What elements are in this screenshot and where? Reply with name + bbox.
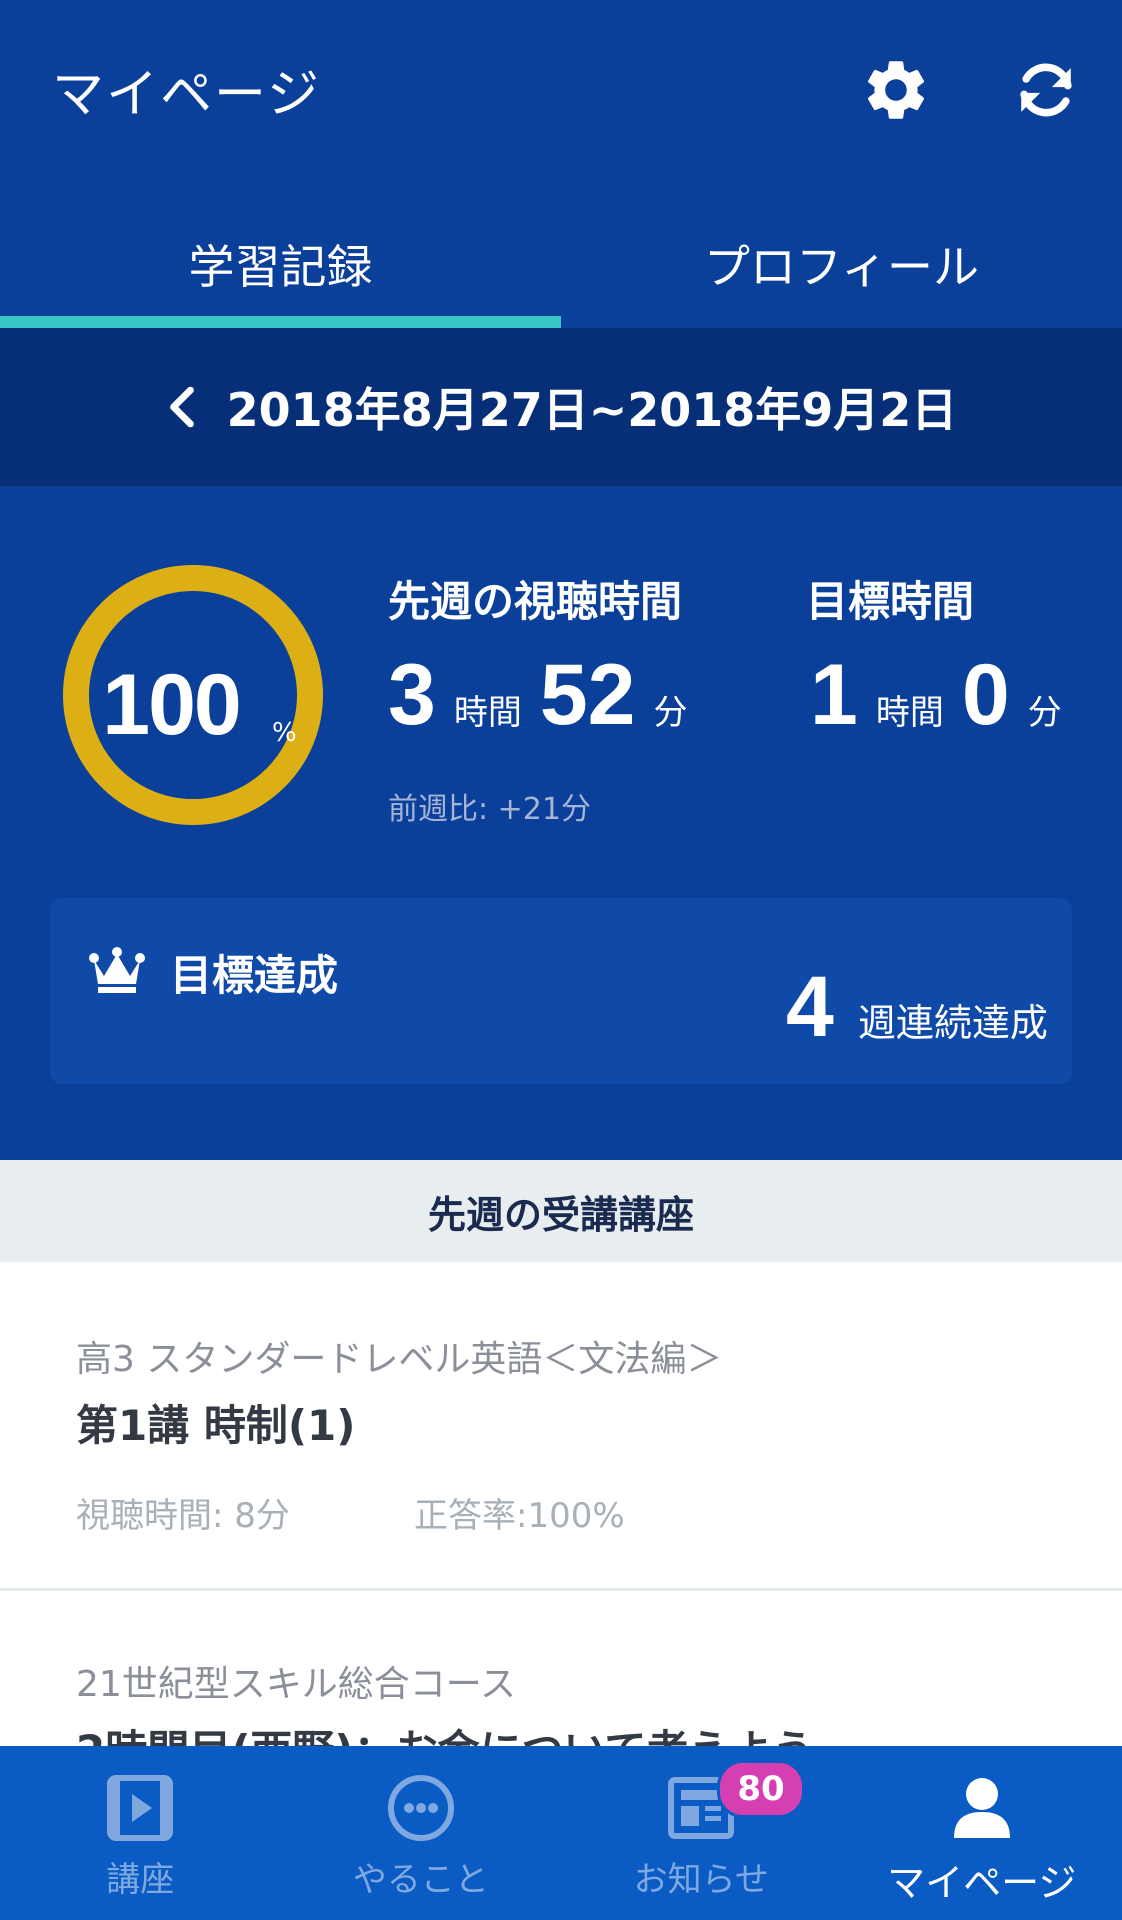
list-item[interactable]: 高3 スタンダードレベル英語＜文法編＞ 第1講 時制(1) 視聴時間: 8分 正… (0, 1262, 1122, 1588)
section-header: 先週の受講講座 (0, 1160, 1122, 1262)
person-icon (953, 1778, 1010, 1838)
accuracy-rate: 正答率:100% (414, 1496, 625, 1536)
week-compare-text: 前週比: +21分 (388, 792, 591, 827)
streak-label: 週連続達成 (857, 1001, 1048, 1045)
video-icon (107, 1775, 174, 1841)
weekly-stats-panel: 100 % 先週の視聴時間 3 時間 52 分 前週比: +21分 目標時間 1… (0, 486, 1122, 1160)
prev-week-button[interactable] (165, 385, 199, 429)
refresh-icon (1020, 63, 1072, 117)
tab-profile[interactable]: プロフィール (561, 200, 1122, 328)
watch-time-label: 先週の視聴時間 (388, 577, 683, 626)
nav-news[interactable]: お知らせ 80 (561, 1746, 842, 1920)
active-tab-indicator (0, 316, 561, 328)
nav-news-label: お知らせ (633, 1860, 769, 1900)
watch-time-value: 3 時間 52 分 (388, 646, 688, 745)
goal-time-label: 目標時間 (806, 577, 975, 626)
bottom-navigation: 講座 やること お知らせ 80 マイページ (0, 1746, 1122, 1920)
goal-minutes: 0 (961, 647, 1010, 743)
achievement-streak: 4 週連続達成 (786, 958, 1048, 1057)
gear-icon (867, 61, 925, 119)
chevron-left-icon (169, 386, 194, 428)
nav-lectures-label: 講座 (106, 1860, 175, 1900)
watch-hours: 3 (388, 647, 436, 743)
section-title: 先週の受講講座 (427, 1192, 694, 1237)
crown-icon (89, 947, 145, 993)
goal-time-value: 1 時間 0 分 (810, 646, 1062, 745)
nav-todo-label: やること (352, 1860, 489, 1900)
watch-minutes-unit: 分 (653, 693, 688, 733)
watch-hours-unit: 時間 (453, 693, 522, 733)
achievement-card: 目標達成 4 週連続達成 (50, 898, 1072, 1084)
progress-percent: 100 (102, 657, 242, 753)
notification-badge: 80 (717, 1760, 805, 1818)
date-range-text: 2018年8月27日~2018年9月2日 (226, 383, 958, 437)
goal-hours: 1 (810, 647, 858, 743)
tab-bar: 学習記録 プロフィール (0, 200, 1122, 328)
watch-time: 視聴時間: 8分 (76, 1496, 290, 1536)
nav-lectures[interactable]: 講座 (0, 1746, 281, 1920)
course-name: 21世紀型スキル総合コース (76, 1664, 517, 1705)
streak-count: 4 (786, 959, 834, 1055)
goal-minutes-unit: 分 (1027, 693, 1062, 733)
progress-percent-unit: % (272, 718, 297, 748)
more-dots-icon (387, 1775, 454, 1841)
nav-mypage-label: マイページ (887, 1861, 1077, 1905)
nav-todo[interactable]: やること (281, 1746, 562, 1920)
tab-study-record[interactable]: 学習記録 (0, 200, 561, 328)
watch-minutes: 52 (539, 647, 636, 743)
course-name: 高3 スタンダードレベル英語＜文法編＞ (76, 1339, 723, 1380)
achievement-label: 目標達成 (170, 951, 339, 1000)
page-title: マイページ (52, 65, 321, 125)
list-item[interactable]: 21世紀型スキル総合コース 2時間目(西野)：お金について考えよう (0, 1591, 1122, 1746)
settings-button[interactable] (856, 50, 936, 130)
nav-mypage[interactable]: マイページ (842, 1746, 1122, 1920)
lesson-title: 2時間目(西野)：お金について考えよう (76, 1717, 814, 1746)
app-header: マイページ 学習記録 プロフィール (0, 0, 1122, 328)
lesson-title: 第1講 時制(1) (76, 1401, 356, 1450)
date-range-bar: 2018年8月27日~2018年9月2日 (0, 328, 1122, 486)
goal-hours-unit: 時間 (875, 693, 944, 733)
refresh-button[interactable] (1006, 50, 1086, 130)
